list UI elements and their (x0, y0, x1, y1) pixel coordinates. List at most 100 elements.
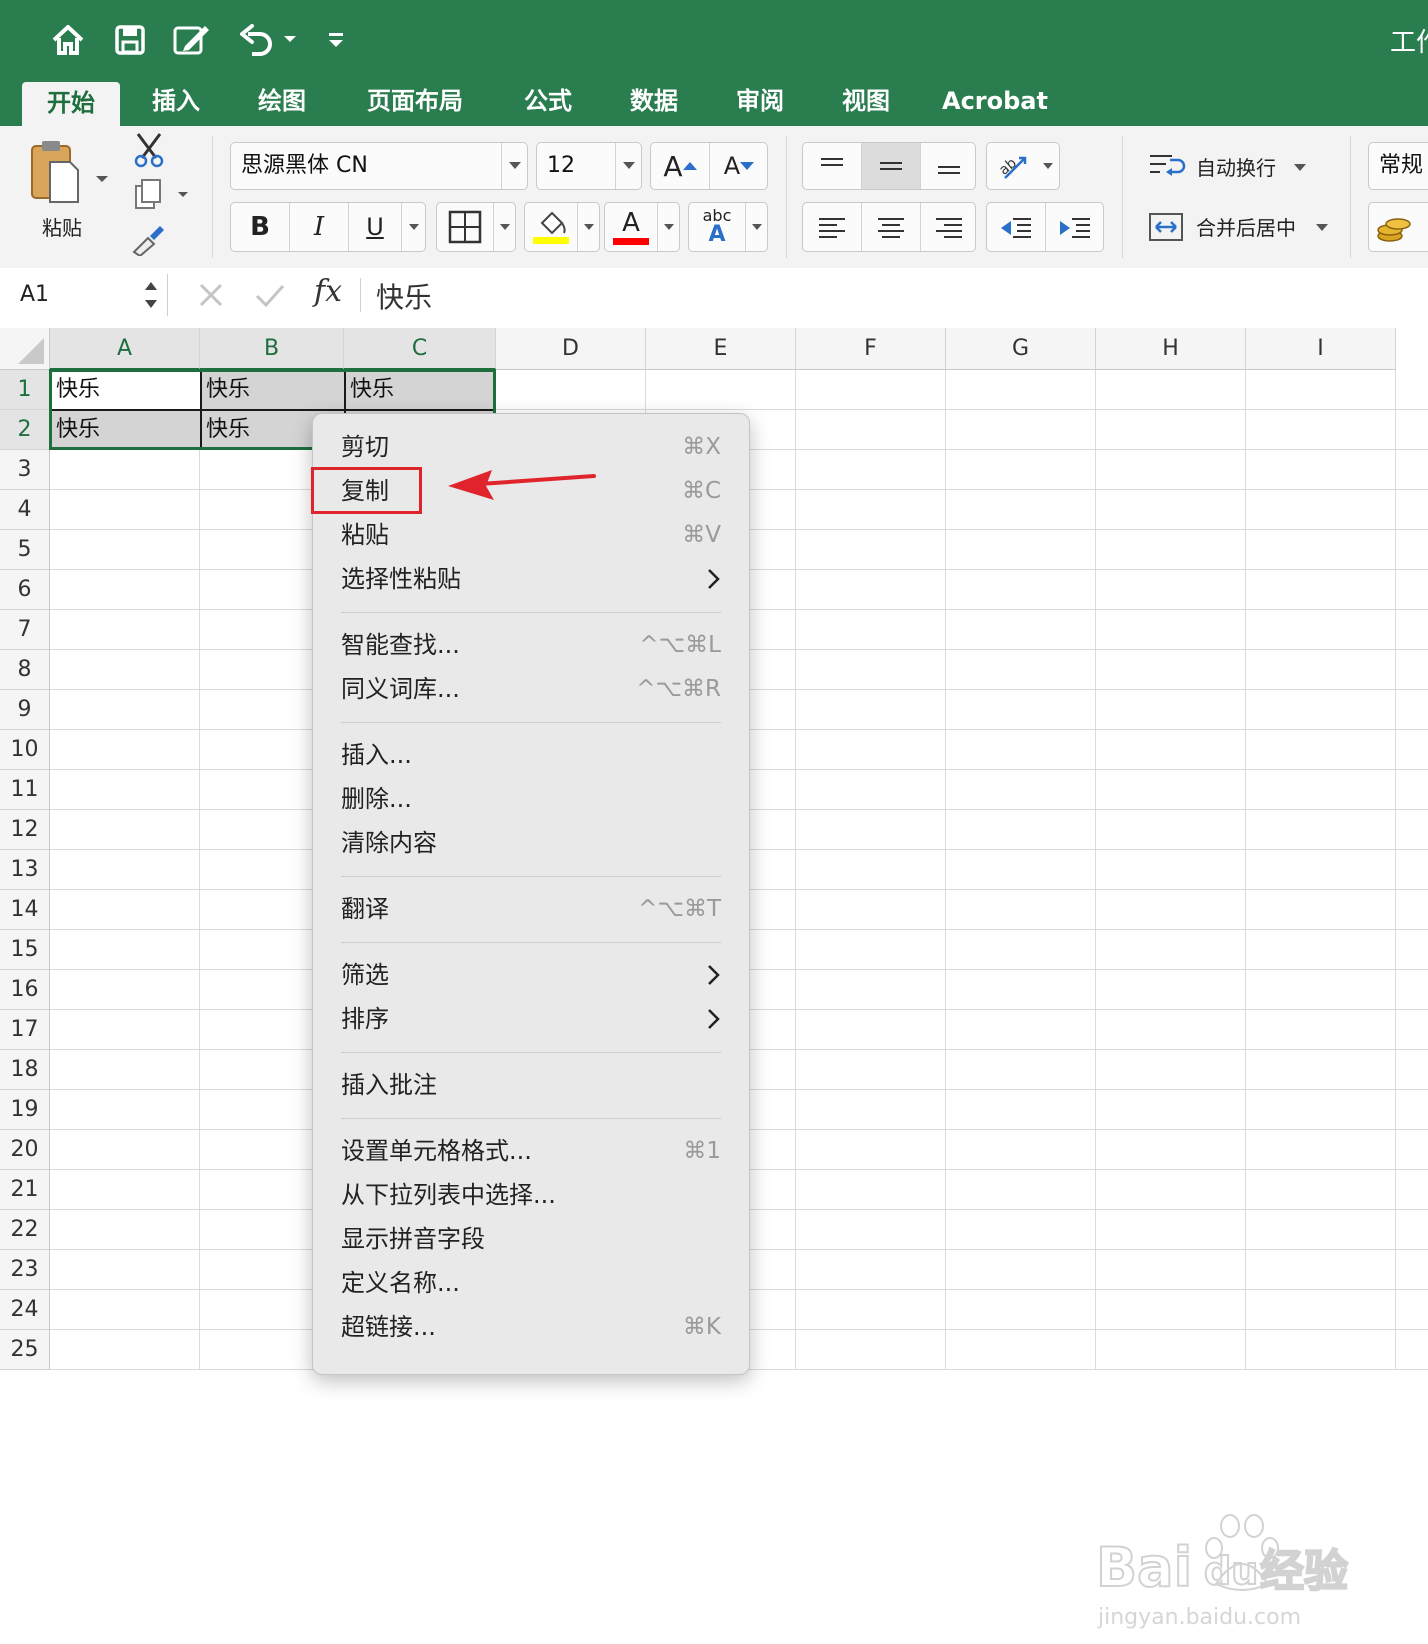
italic-button[interactable]: I (290, 203, 348, 251)
font-color-button[interactable]: A (604, 202, 680, 252)
column-header-e[interactable]: E (646, 328, 796, 370)
formula-input[interactable]: 快乐 (376, 276, 432, 316)
row-header-11[interactable]: 11 (0, 770, 50, 810)
tab-draw[interactable]: 绘图 (242, 80, 322, 126)
underline-button[interactable]: U (349, 203, 401, 251)
tab-page-layout[interactable]: 页面布局 (352, 80, 478, 126)
tab-acrobat[interactable]: Acrobat (936, 80, 1054, 126)
borders-button[interactable] (436, 202, 516, 252)
fill-color-button[interactable] (524, 202, 600, 252)
cancel-icon[interactable] (196, 280, 226, 310)
row-header-17[interactable]: 17 (0, 1010, 50, 1050)
row-header-2[interactable]: 2 (0, 410, 50, 450)
menu-item-hyperlink[interactable]: 超链接... ⌘K (313, 1305, 749, 1349)
increase-indent-icon[interactable] (1046, 203, 1104, 251)
menu-item-insert-comment[interactable]: 插入批注 (313, 1063, 749, 1107)
font-name-select[interactable]: 思源黑体 CN (230, 142, 528, 190)
home-icon[interactable] (48, 20, 88, 60)
row-header-25[interactable]: 25 (0, 1330, 50, 1370)
align-center-icon[interactable] (862, 203, 920, 251)
menu-item-cut[interactable]: 剪切 ⌘X (313, 425, 749, 469)
align-bottom-icon[interactable] (921, 143, 976, 189)
row-header-13[interactable]: 13 (0, 850, 50, 890)
menu-item-delete[interactable]: 删除... (313, 777, 749, 821)
column-header-i[interactable]: I (1246, 328, 1396, 370)
column-header-g[interactable]: G (946, 328, 1096, 370)
number-format-select[interactable]: 常规 (1368, 142, 1428, 190)
row-header-22[interactable]: 22 (0, 1210, 50, 1250)
font-size-select[interactable]: 12 (536, 142, 642, 190)
align-middle-icon[interactable] (862, 143, 920, 189)
insert-function-icon[interactable]: fx (314, 274, 342, 309)
wrap-text-button[interactable]: 自动换行 (1146, 148, 1346, 188)
menu-item-show-phonetic[interactable]: 显示拼音字段 (313, 1217, 749, 1261)
row-header-7[interactable]: 7 (0, 610, 50, 650)
row-header-24[interactable]: 24 (0, 1290, 50, 1330)
row-header-8[interactable]: 8 (0, 650, 50, 690)
undo-icon[interactable] (236, 20, 300, 60)
row-header-19[interactable]: 19 (0, 1090, 50, 1130)
accounting-format-button[interactable] (1368, 202, 1428, 252)
menu-item-paste-special[interactable]: 选择性粘贴 (313, 557, 749, 601)
row-header-3[interactable]: 3 (0, 450, 50, 490)
menu-item-format-cells[interactable]: 设置单元格格式... ⌘1 (313, 1129, 749, 1173)
copy-icon[interactable] (132, 178, 192, 212)
chevron-down-icon[interactable] (402, 203, 426, 251)
menu-item-filter[interactable]: 筛选 (313, 953, 749, 997)
customize-icon[interactable] (322, 20, 350, 60)
format-painter-icon[interactable] (130, 222, 166, 258)
column-header-b[interactable]: B (200, 328, 344, 370)
column-header-d[interactable]: D (496, 328, 646, 370)
menu-item-insert[interactable]: 插入... (313, 733, 749, 777)
row-header-12[interactable]: 12 (0, 810, 50, 850)
menu-item-paste[interactable]: 粘贴 ⌘V (313, 513, 749, 557)
menu-item-clear-contents[interactable]: 清除内容 (313, 821, 749, 865)
row-header-5[interactable]: 5 (0, 530, 50, 570)
bold-button[interactable]: B (231, 203, 289, 251)
row-header-6[interactable]: 6 (0, 570, 50, 610)
tab-view[interactable]: 视图 (826, 80, 906, 126)
tab-data[interactable]: 数据 (614, 80, 694, 126)
row-header-1[interactable]: 1 (0, 370, 50, 410)
save-icon[interactable] (110, 20, 150, 60)
row-header-18[interactable]: 18 (0, 1050, 50, 1090)
tab-insert[interactable]: 插入 (136, 80, 216, 126)
align-top-icon[interactable] (803, 143, 861, 189)
edit-icon[interactable] (170, 20, 214, 60)
select-all-corner[interactable] (0, 328, 50, 370)
orientation-button[interactable]: ab (986, 142, 1060, 190)
menu-item-smart-lookup[interactable]: 智能查找... ^⌥⌘L (313, 623, 749, 667)
row-header-23[interactable]: 23 (0, 1250, 50, 1290)
grow-font-button[interactable]: A (651, 143, 709, 189)
tab-formulas[interactable]: 公式 (508, 80, 588, 126)
tab-home[interactable]: 开始 (22, 82, 120, 126)
row-header-21[interactable]: 21 (0, 1170, 50, 1210)
row-header-9[interactable]: 9 (0, 690, 50, 730)
phonetic-button[interactable]: abc A (688, 202, 768, 252)
merge-center-button[interactable]: 合并后居中 (1146, 208, 1346, 248)
row-header-4[interactable]: 4 (0, 490, 50, 530)
cut-icon[interactable] (132, 132, 166, 168)
tab-review[interactable]: 审阅 (720, 80, 800, 126)
menu-item-translate[interactable]: 翻译 ^⌥⌘T (313, 887, 749, 931)
column-header-h[interactable]: H (1096, 328, 1246, 370)
shrink-font-button[interactable]: A (710, 143, 768, 189)
row-header-15[interactable]: 15 (0, 930, 50, 970)
row-header-14[interactable]: 14 (0, 890, 50, 930)
menu-item-pick-from-list[interactable]: 从下拉列表中选择... (313, 1173, 749, 1217)
row-header-20[interactable]: 20 (0, 1130, 50, 1170)
column-header-a[interactable]: A (50, 328, 200, 370)
column-header-f[interactable]: F (796, 328, 946, 370)
name-box[interactable]: A1 (2, 274, 168, 316)
menu-item-sort[interactable]: 排序 (313, 997, 749, 1041)
menu-item-define-name[interactable]: 定义名称... (313, 1261, 749, 1305)
align-left-icon[interactable] (803, 203, 861, 251)
column-header-c[interactable]: C (344, 328, 496, 370)
paste-button[interactable] (26, 136, 110, 210)
enter-check-icon[interactable] (254, 280, 286, 310)
row-header-10[interactable]: 10 (0, 730, 50, 770)
decrease-indent-icon[interactable] (987, 203, 1045, 251)
menu-item-thesaurus[interactable]: 同义词库... ^⌥⌘R (313, 667, 749, 711)
row-header-16[interactable]: 16 (0, 970, 50, 1010)
align-right-icon[interactable] (921, 203, 976, 251)
